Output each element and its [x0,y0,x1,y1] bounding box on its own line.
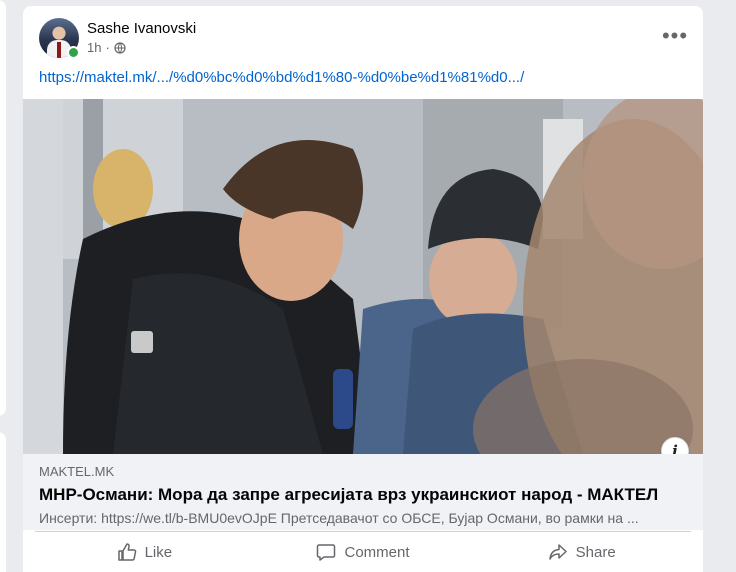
like-button[interactable]: Like [35,536,254,568]
online-status-dot [67,46,80,59]
comment-icon [317,544,336,561]
actions-divider [35,531,691,532]
preview-title[interactable]: МНР-Османи: Мора да запре агресијата врз… [39,485,687,505]
preview-domain: MAKTEL.MK [39,464,115,479]
author-name[interactable]: Sashe Ivanovski [87,20,196,37]
post-link[interactable]: https://maktel.mk/.../%d0%bc%d0%bd%d1%80… [39,69,524,86]
link-preview-image[interactable]: i [23,99,703,454]
thumbs-up-icon [117,543,136,561]
globe-icon[interactable] [114,41,126,54]
post-actions: Like Comment Share [35,536,691,568]
adjacent-panel-edge [0,0,6,416]
adjacent-panel-edge-lower [0,432,6,572]
news-photo [23,99,703,454]
preview-description: Инсерти: https://we.tl/b-BMU0evOJpE Прет… [39,510,639,526]
share-icon [548,544,567,560]
share-button[interactable]: Share [472,536,691,568]
comment-label: Comment [344,543,410,561]
more-options-button[interactable]: ••• [657,22,693,50]
post-meta: 1h · [87,40,126,55]
link-preview[interactable]: MAKTEL.MK МНР-Османи: Мора да запре агре… [23,454,703,530]
share-label: Share [575,543,616,561]
avatar-tie [57,42,61,58]
comment-button[interactable]: Comment [254,536,473,568]
post-card: Sashe Ivanovski 1h · ••• https://maktel.… [23,6,703,572]
like-label: Like [144,543,173,561]
meta-separator: · [105,40,110,55]
post-time[interactable]: 1h [87,40,101,55]
post-header: Sashe Ivanovski 1h · ••• [39,18,687,60]
